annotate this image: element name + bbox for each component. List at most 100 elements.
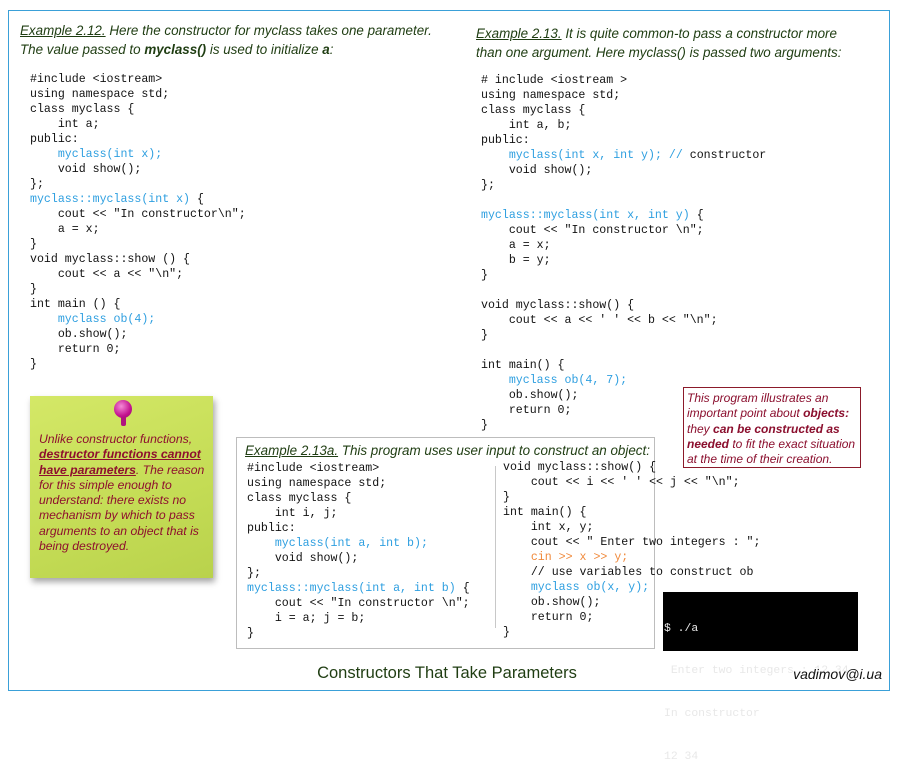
text-run: Example 2.13. [476,26,562,41]
code-token: cout << "In constructor \n"; [247,597,470,610]
code-token: a = x; [30,223,100,236]
example-2-13-code: # include <iostream > using namespace std… [481,73,766,433]
example-2-13-heading: Example 2.13. It is quite common-to pass… [476,24,861,62]
code-line: myclass(int a, int b); [247,536,470,551]
code-line: myclass(int x, int y); // constructor [481,148,766,163]
code-line: #include <iostream> [247,461,470,476]
code-token: int a, b; [481,119,572,132]
code-token: ob.show(); [503,596,601,609]
text-run: they [687,421,714,436]
code-line: } [503,490,760,505]
code-token: // use variables to construct ob [503,566,754,579]
code-token: public: [247,522,296,535]
code-line: ob.show(); [30,327,246,342]
terminal-line: $ ./a [664,622,699,635]
code-token: }; [481,179,495,192]
code-token: ob.show(); [481,389,579,402]
code-token: } [30,238,37,251]
code-token: return 0; [481,404,572,417]
author-email: vadimov@i.ua [793,666,882,682]
code-token: cin >> x >> y; [530,551,629,564]
code-token: cout << i << ' ' << j << "\n"; [503,476,740,489]
code-token: class myclass { [481,104,586,117]
code-token: constructor [682,149,767,162]
code-line: public: [481,133,766,148]
code-line: cout << "In constructor \n"; [247,596,470,611]
code-line: public: [30,132,246,147]
terminal-output: $ ./a Enter two integers : 12 34 In cons… [663,592,858,763]
code-line: }; [247,566,470,581]
code-line: myclass::myclass(int x, int y) { [481,208,766,223]
code-token: int main() { [503,506,587,519]
code-token: { [689,209,704,222]
code-token: myclass::myclass(int x, int y) [481,209,690,222]
code-line: a = x; [481,238,766,253]
code-line: public: [247,521,470,536]
code-token: return 0; [503,611,594,624]
code-line: using namespace std; [247,476,470,491]
code-line: # include <iostream > [481,73,766,88]
code-line: class myclass { [481,103,766,118]
code-token: # include <iostream > [481,74,628,87]
code-line: } [30,357,246,372]
text-run: Example 2.12. [20,23,106,38]
code-line: } [30,282,246,297]
text-run: This program uses user input to construc… [338,443,650,458]
code-line: int a, b; [481,118,766,133]
text-run: objects: [803,406,850,421]
code-token: myclass::myclass(int a, int b) [247,582,456,595]
code-token: myclass(int x, int y); // [508,149,683,162]
code-token: cout << a << ' ' << b << "\n"; [481,314,718,327]
code-token: void show(); [30,163,142,176]
code-line: } [481,268,766,283]
code-token: cout << " Enter two integers : "; [503,536,761,549]
terminal-line: In constructor [664,708,760,721]
sticky-note-text: Unlike constructor functions, destructor… [39,432,211,554]
code-line: class myclass { [30,102,246,117]
code-token: } [481,329,488,342]
code-token: int main () { [30,298,121,311]
code-token: { [190,193,204,206]
code-line: void show(); [30,162,246,177]
code-token: #include <iostream> [30,73,163,86]
terminal-line: 12 34 [664,751,699,764]
code-line: }; [30,177,246,192]
example-2-13a-heading: Example 2.13a. This program uses user in… [245,441,655,460]
code-token: } [481,419,488,432]
code-token: void myclass::show() { [481,299,635,312]
code-token: { [455,582,470,595]
code-token: public: [481,134,530,147]
code-line: cin >> x >> y; [503,550,760,565]
code-token: cout << "In constructor\n"; [30,208,246,221]
code-token: using namespace std; [247,477,387,490]
code-line: } [30,237,246,252]
pushpin-icon [114,400,132,418]
code-line: int x, y; [503,520,760,535]
code-token: }; [30,178,44,191]
code-line: cout << "In constructor\n"; [30,207,246,222]
code-token: void show(); [481,164,593,177]
code-token: int x, y; [503,521,594,534]
code-line: cout << i << ' ' << j << "\n"; [503,475,760,490]
example-2-12-code: #include <iostream> using namespace std; c… [30,72,246,372]
code-line: void myclass::show () { [30,252,246,267]
code-token: myclass ob(4); [57,313,156,326]
text-run: Example 2.13a. [245,443,339,458]
code-token: int i, j; [247,507,338,520]
code-token: using namespace std; [30,88,170,101]
example-2-12-heading: Example 2.12. Here the constructor for m… [20,21,450,59]
code-token: int a; [30,118,100,131]
text-run: Unlike constructor functions, [39,432,193,446]
code-line: myclass::myclass(int a, int b) { [247,581,470,596]
code-line: } [481,328,766,343]
sticky-note: Unlike constructor functions, destructor… [22,392,215,583]
code-line: using namespace std; [481,88,766,103]
code-token: void show(); [247,552,359,565]
